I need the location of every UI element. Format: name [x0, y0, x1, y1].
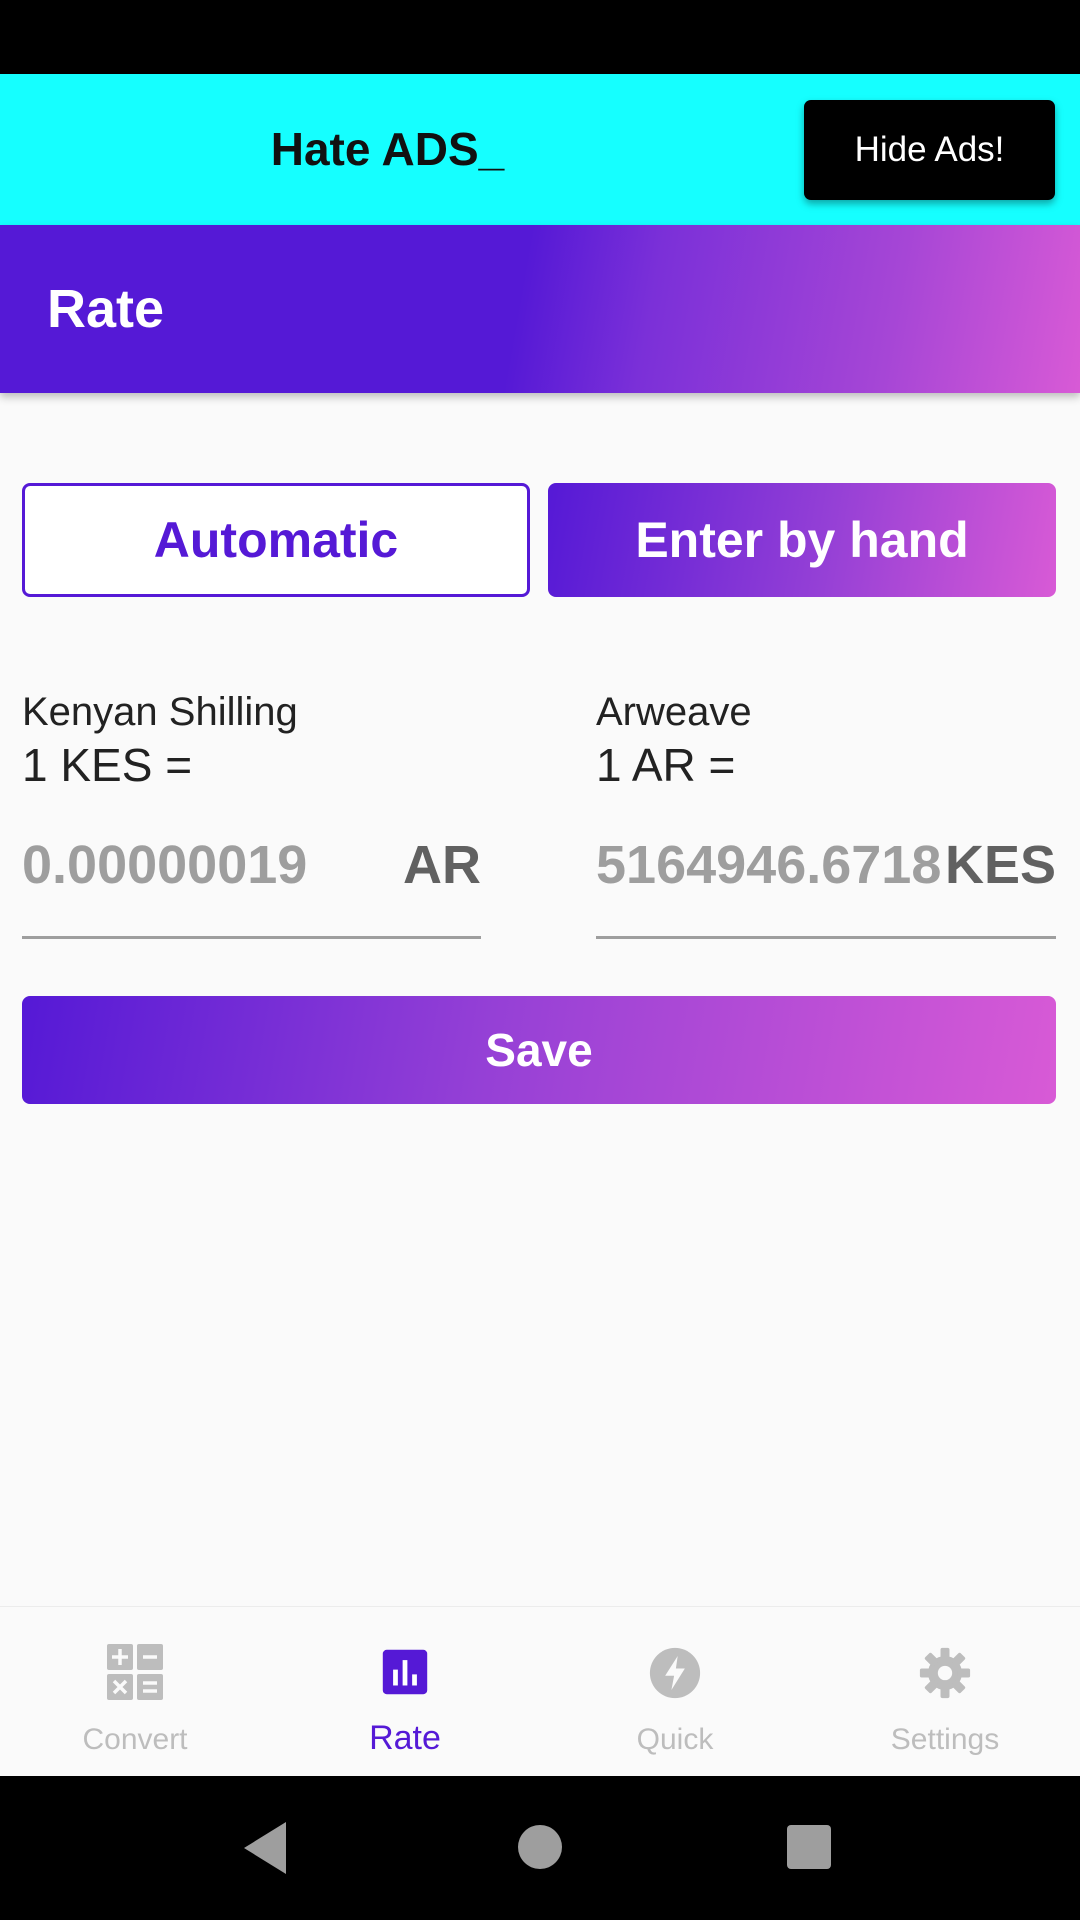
nav-item-convert[interactable]: Convert — [0, 1607, 270, 1777]
kes-to-ar-rate-value[interactable]: 0.00000019 — [22, 820, 307, 910]
home-icon[interactable] — [517, 1824, 563, 1870]
left-currency-equation: 1 KES = — [22, 739, 193, 791]
lightning-icon — [649, 1647, 701, 1699]
nav-item-rate[interactable]: Rate — [270, 1607, 540, 1777]
page-title: Rate — [47, 279, 165, 339]
nav-item-settings[interactable]: Settings — [810, 1607, 1080, 1777]
ar-to-kes-rate-field[interactable]: 5164946.67184 KES — [596, 820, 1056, 939]
nav-label-convert: Convert — [82, 1723, 188, 1756]
kes-unit-label: KES — [940, 820, 1056, 910]
nav-label-rate: Rate — [369, 1719, 441, 1757]
ad-banner: Hate ADS_ Hide Ads! — [0, 74, 1080, 225]
left-currency-name: Kenyan Shilling — [22, 690, 298, 734]
back-icon[interactable] — [242, 1820, 290, 1876]
status-bar — [0, 0, 1080, 74]
hide-ads-button[interactable]: Hide Ads! — [804, 100, 1055, 200]
save-button[interactable]: Save — [22, 996, 1056, 1104]
nav-label-settings: Settings — [890, 1723, 1000, 1756]
kes-to-ar-rate-field[interactable]: 0.00000019 AR — [22, 820, 481, 939]
ad-banner-title: Hate ADS_ — [270, 123, 505, 175]
calculator-icon — [107, 1644, 163, 1700]
gear-icon — [919, 1647, 971, 1699]
ar-unit-label: AR — [399, 820, 481, 910]
system-navigation-bar — [0, 1776, 1080, 1920]
automatic-mode-button[interactable]: Automatic — [22, 483, 530, 597]
enter-by-hand-mode-button[interactable]: Enter by hand — [548, 483, 1056, 597]
app-bar: Rate — [0, 225, 1080, 393]
nav-label-quick: Quick — [636, 1723, 714, 1756]
recent-apps-icon[interactable] — [786, 1824, 832, 1870]
right-currency-name: Arweave — [596, 690, 752, 734]
bottom-nav: Convert Rate Quick Settings — [0, 1606, 1080, 1777]
nav-item-quick[interactable]: Quick — [540, 1607, 810, 1777]
ar-to-kes-rate-value[interactable]: 5164946.67184 — [596, 820, 971, 910]
bar-chart-icon — [382, 1649, 428, 1695]
right-currency-equation: 1 AR = — [596, 739, 736, 791]
